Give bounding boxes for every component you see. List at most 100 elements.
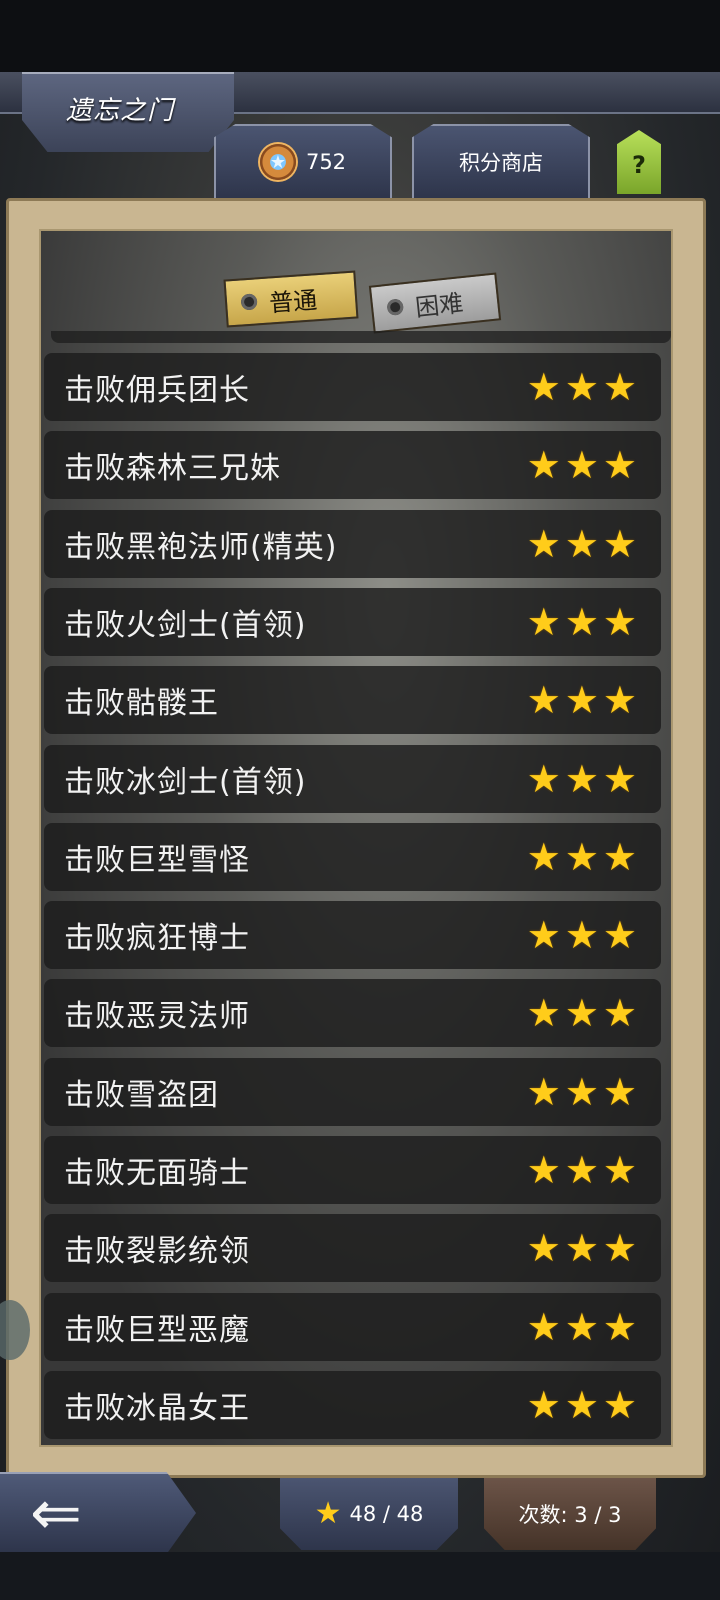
- nav-bar-area: [0, 1552, 720, 1600]
- star-icon: ★: [526, 1382, 561, 1427]
- star-total-display: ★ 48 / 48: [280, 1478, 458, 1550]
- star-icon: ★: [526, 1069, 561, 1114]
- stage-stars: ★ ★ ★: [527, 1229, 637, 1267]
- star-icon: ★: [602, 1382, 637, 1427]
- stage-row[interactable]: 击败冰晶女王 ★ ★ ★: [44, 1370, 661, 1439]
- attempts-display: 次数: 3 / 3: [484, 1478, 656, 1550]
- star-icon: ★: [602, 991, 637, 1036]
- stage-label: 击败森林三兄妹: [64, 451, 281, 487]
- stage-row[interactable]: 击败无面骑士 ★ ★ ★: [44, 1136, 661, 1204]
- star-icon: ★: [602, 834, 637, 879]
- mode-hard-label: 困难: [413, 288, 465, 322]
- stage-label: 击败无面骑士: [64, 1156, 250, 1191]
- star-icon: ★: [602, 913, 637, 958]
- stage-stars: ★ ★ ★: [527, 916, 637, 954]
- stage-label: 击败佣兵团长: [64, 373, 250, 408]
- star-icon: ★: [602, 1069, 637, 1114]
- star-icon: ★: [564, 1382, 599, 1427]
- stage-row[interactable]: 击败巨型雪怪 ★ ★ ★: [44, 822, 661, 891]
- stage-row[interactable]: 击败恶灵法师 ★ ★ ★: [44, 979, 661, 1048]
- star-icon: ★: [526, 521, 561, 566]
- star-icon: ★: [602, 1304, 637, 1349]
- star-icon: ★: [526, 756, 561, 801]
- points-value: 752: [305, 150, 347, 174]
- stage-label: 击败骷髅王: [64, 686, 219, 722]
- stage-stars: ★ ★ ★: [527, 838, 637, 876]
- stage-stars: ★ ★ ★: [527, 681, 637, 719]
- star-icon: ★: [564, 599, 599, 644]
- stage-stars: ★ ★ ★: [527, 1308, 637, 1346]
- star-icon: ★: [526, 599, 561, 644]
- stage-row[interactable]: 击败冰剑士(首领) ★ ★ ★: [44, 744, 661, 813]
- stage-stars: ★ ★ ★: [527, 1073, 637, 1111]
- stage-row[interactable]: 击败黑袍法师(精英) ★ ★ ★: [44, 509, 661, 578]
- stage-label: 击败疯狂博士: [64, 921, 250, 957]
- stage-row[interactable]: 击败巨型恶魔 ★ ★ ★: [44, 1292, 661, 1361]
- stage-row[interactable]: 击败裂影统领 ★ ★ ★: [44, 1214, 661, 1283]
- back-arrow-icon[interactable]: ⇐: [30, 1482, 82, 1544]
- star-icon: ★: [526, 1148, 561, 1192]
- mode-normal-tab[interactable]: 普通: [223, 270, 359, 328]
- star-icon: ★: [602, 443, 637, 488]
- star-icon: ★: [564, 1069, 599, 1114]
- star-icon: ★: [564, 521, 599, 566]
- points-shop-label: 积分商店: [459, 151, 543, 175]
- stage-stars: ★ ★ ★: [527, 994, 637, 1032]
- star-icon: ★: [602, 365, 637, 409]
- star-icon: ★: [564, 991, 599, 1036]
- points-display: ★ 752: [214, 124, 392, 198]
- star-icon: ★: [526, 991, 561, 1036]
- star-icon: ★: [526, 834, 561, 879]
- stage-stars: ★ ★ ★: [527, 603, 637, 641]
- star-icon: ★: [564, 1148, 599, 1192]
- star-icon: ★: [526, 678, 561, 723]
- star-icon: ★: [526, 443, 561, 488]
- page-title: 遗忘之门: [66, 96, 175, 126]
- stage-row[interactable]: 击败火剑士(首领) ★ ★ ★: [44, 587, 661, 656]
- stage-label: 击败巨型恶魔: [64, 1312, 250, 1348]
- stage-label: 击败冰晶女王: [64, 1390, 250, 1426]
- stage-label: 击败黑袍法师(精英): [64, 529, 338, 565]
- stage-stars: ★ ★ ★: [527, 446, 637, 484]
- mode-hard-tab[interactable]: 困难: [368, 272, 502, 334]
- star-icon: ★: [526, 365, 561, 409]
- stage-label: 击败火剑士(首领): [64, 607, 307, 643]
- star-icon: ★: [564, 443, 599, 488]
- stage-stars: ★ ★ ★: [527, 1151, 637, 1189]
- points-shop-button[interactable]: 积分商店: [412, 124, 590, 198]
- mode-normal-dot: [240, 293, 258, 311]
- star-icon: ★: [526, 1226, 561, 1271]
- star-icon: ★: [564, 1304, 599, 1349]
- stage-label: 击败雪盗团: [64, 1077, 219, 1113]
- stage-stars: ★ ★ ★: [527, 525, 637, 563]
- stage-label: 击败裂影统领: [64, 1234, 250, 1270]
- list-scroll-edge: [51, 331, 671, 343]
- stage-row[interactable]: 击败疯狂博士 ★ ★ ★: [44, 901, 661, 970]
- star-icon: ★: [602, 678, 637, 723]
- stage-row[interactable]: 击败雪盗团 ★ ★ ★: [44, 1057, 661, 1126]
- star-icon: ★: [602, 521, 637, 566]
- star-icon: ★: [564, 756, 599, 801]
- star-icon: ★: [602, 1226, 637, 1271]
- stage-row[interactable]: 击败佣兵团长 ★ ★ ★: [44, 353, 661, 421]
- star-icon: ★: [564, 1226, 599, 1271]
- star-icon: ★: [602, 599, 637, 644]
- mode-normal-label: 普通: [268, 285, 319, 317]
- stage-label: 击败冰剑士(首领): [64, 764, 307, 800]
- stage-stars: ★ ★ ★: [527, 1386, 637, 1424]
- star-icon: ★: [564, 913, 599, 958]
- stage-label: 击败巨型雪怪: [64, 842, 250, 878]
- star-icon: ★: [564, 365, 599, 409]
- status-bar-area: [0, 0, 720, 72]
- star-icon: ★: [526, 1304, 561, 1349]
- star-icon: ★: [564, 834, 599, 879]
- stage-stars: ★ ★ ★: [527, 760, 637, 798]
- star-icon: ★: [602, 756, 637, 801]
- stage-row[interactable]: 击败骷髅王 ★ ★ ★: [44, 666, 661, 735]
- help-icon: ?: [632, 151, 646, 179]
- mode-hard-dot: [386, 298, 405, 316]
- stage-row[interactable]: 击败森林三兄妹 ★ ★ ★: [44, 431, 661, 500]
- stage-stars: ★ ★ ★: [527, 368, 637, 406]
- star-icon: ★: [526, 913, 561, 958]
- star-icon: ★: [602, 1148, 637, 1192]
